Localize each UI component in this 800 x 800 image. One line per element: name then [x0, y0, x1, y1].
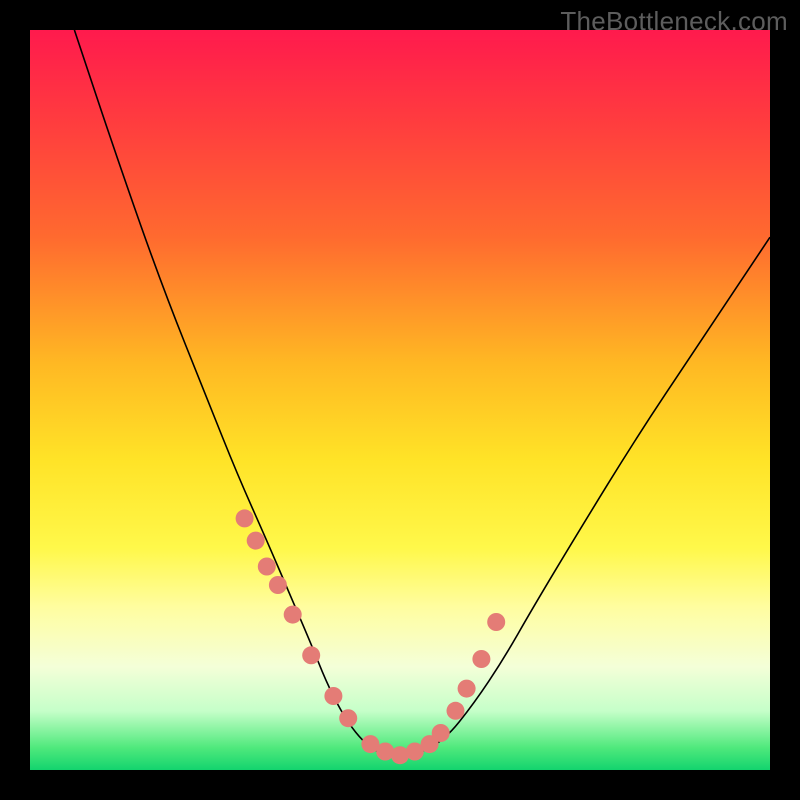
highlight-dots: [236, 509, 506, 764]
highlight-dot: [236, 509, 254, 527]
highlight-dot: [269, 576, 287, 594]
chart-stage: TheBottleneck.com: [0, 0, 800, 800]
plot-area: [30, 30, 770, 770]
highlight-dot: [247, 532, 265, 550]
highlight-dot: [487, 613, 505, 631]
highlight-dot: [302, 646, 320, 664]
highlight-dot: [339, 709, 357, 727]
highlight-dot: [472, 650, 490, 668]
highlight-dot: [284, 606, 302, 624]
curve-layer: [30, 30, 770, 770]
highlight-dot: [324, 687, 342, 705]
highlight-dot: [432, 724, 450, 742]
highlight-dot: [447, 702, 465, 720]
highlight-dot: [458, 680, 476, 698]
bottleneck-curve: [74, 30, 770, 755]
highlight-dot: [258, 558, 276, 576]
